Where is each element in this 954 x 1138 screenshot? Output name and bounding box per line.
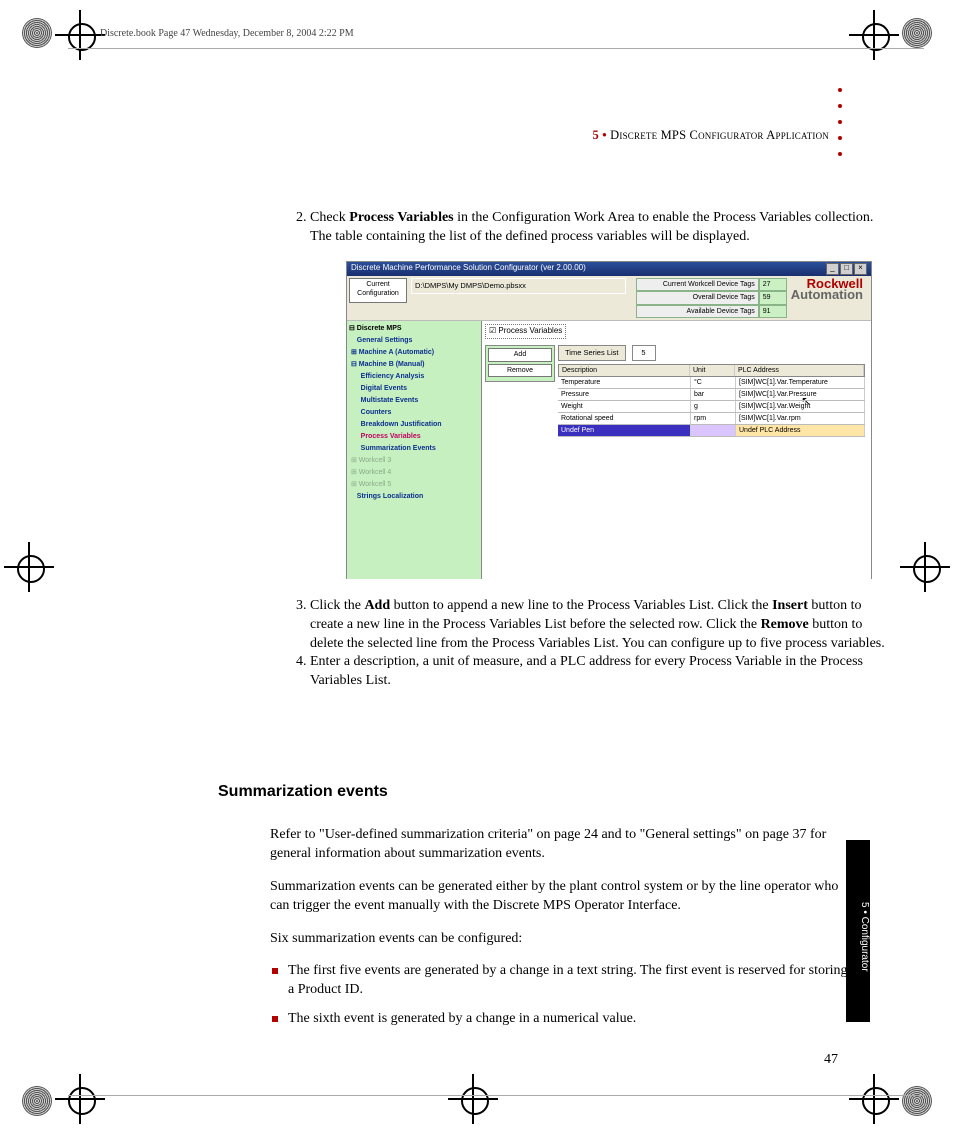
reg-mark	[896, 1080, 938, 1122]
body-paragraph: Refer to "User-defined summarization cri…	[270, 826, 850, 864]
time-series-count: 5	[632, 345, 656, 361]
running-header: 5 • Discrete MPS Configurator Applicatio…	[592, 128, 829, 143]
crop-mark	[55, 1074, 105, 1124]
crop-mark	[55, 10, 105, 60]
time-series-label: Time Series List	[558, 345, 626, 361]
bullet-item: The first five events are generated by a…	[288, 962, 850, 1000]
crop-mark	[4, 542, 54, 592]
grid-row[interactable]: Temperature°C[SIM]WC[1].Var.Temperature	[558, 377, 865, 389]
step-3: Click the Add button to append a new lin…	[310, 597, 890, 654]
action-buttons-panel: Add Remove	[485, 345, 555, 382]
minimize-button[interactable]: _	[826, 263, 839, 275]
restore-button[interactable]: □	[840, 263, 853, 275]
current-configuration-button[interactable]: Current Configuration	[349, 278, 407, 303]
crop-mark	[849, 1074, 899, 1124]
section-heading: Summarization events	[218, 783, 388, 801]
crop-mark	[900, 542, 950, 592]
device-tags-summary: Current Workcell Device Tags27 Overall D…	[636, 278, 787, 318]
close-button[interactable]: ×	[854, 263, 867, 275]
grid-row[interactable]: Rotational speedrpm[SIM]WC[1].Var.rpm	[558, 413, 865, 425]
reg-mark	[16, 12, 58, 54]
bullet-item: The sixth event is generated by a change…	[288, 1010, 850, 1029]
header-rule	[68, 48, 924, 49]
process-variables-grid[interactable]: Time Series List 5 Description Unit PLC …	[558, 345, 865, 573]
page-number: 47	[824, 1052, 838, 1068]
grid-row[interactable]: Weightg[SIM]WC[1].Var.Weight	[558, 401, 865, 413]
remove-button[interactable]: Remove	[488, 364, 552, 377]
configuration-path-input[interactable]: D:\DMPS\My DMPS\Demo.pbsxx	[411, 278, 626, 294]
crop-mark	[448, 1074, 498, 1124]
window-titlebar: Discrete Machine Performance Solution Co…	[347, 262, 871, 276]
grid-row-selected[interactable]: Undef PenUndef PLC Address	[558, 425, 865, 437]
work-area: ↖ ☑ Process Variables Add Remove Time Se…	[482, 321, 871, 579]
footer-rule	[68, 1095, 924, 1096]
grid-header: Description Unit PLC Address	[558, 364, 865, 377]
embedded-screenshot: Discrete Machine Performance Solution Co…	[346, 261, 872, 579]
process-variables-checkbox[interactable]: ☑ Process Variables	[485, 324, 566, 339]
reg-mark	[16, 1080, 58, 1122]
chapter-dots	[838, 88, 842, 156]
rockwell-logo: Rockwell Automation	[791, 278, 869, 300]
crop-mark	[849, 10, 899, 60]
config-toolbar: Current Configuration D:\DMPS\My DMPS\De…	[347, 276, 871, 321]
step-2: Check Process Variables in the Configura…	[310, 209, 890, 579]
window-title: Discrete Machine Performance Solution Co…	[351, 263, 586, 274]
config-tree[interactable]: ⊟ Discrete MPS General Settings ⊞ Machin…	[347, 321, 482, 579]
grid-row[interactable]: Pressurebar[SIM]WC[1].Var.Pressure	[558, 389, 865, 401]
print-header: Discrete.book Page 47 Wednesday, Decembe…	[100, 28, 354, 39]
thumb-tab: 5 • Configurator	[846, 840, 870, 1022]
add-button[interactable]: Add	[488, 348, 552, 361]
body-paragraph: Six summarization events can be configur…	[270, 930, 850, 949]
numbered-steps: Check Process Variables in the Configura…	[270, 209, 890, 691]
bullet-list: The first five events are generated by a…	[270, 962, 850, 1029]
body-paragraph: Summarization events can be generated ei…	[270, 878, 850, 916]
step-4: Enter a description, a unit of measure, …	[310, 653, 890, 691]
section-body: Refer to "User-defined summarization cri…	[270, 812, 850, 1043]
